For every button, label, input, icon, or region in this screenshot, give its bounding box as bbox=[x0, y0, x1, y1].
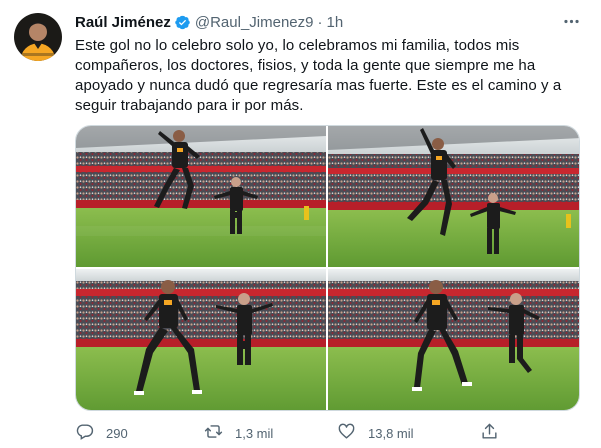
like-count: 13,8 mil bbox=[368, 425, 414, 441]
retweet-button[interactable]: 1,3 mil bbox=[204, 422, 273, 444]
media-grid bbox=[75, 125, 580, 411]
retweet-icon bbox=[204, 422, 223, 444]
like-button[interactable]: 13,8 mil bbox=[337, 422, 414, 444]
photo-1[interactable] bbox=[76, 126, 326, 267]
photo-2[interactable] bbox=[328, 126, 579, 267]
reply-count: 290 bbox=[106, 425, 128, 441]
separator-dot: · bbox=[317, 13, 323, 31]
tweet-card[interactable]: Raúl Jiménez @Raul_Jimenez9 · 1h Este go… bbox=[0, 0, 601, 448]
author-display-name[interactable]: Raúl Jiménez bbox=[75, 14, 171, 31]
tweet-text: Este gol no lo celebro solo yo, lo celeb… bbox=[75, 37, 562, 114]
photo-4[interactable] bbox=[328, 269, 579, 410]
reply-icon bbox=[75, 422, 94, 444]
more-options-icon[interactable] bbox=[560, 10, 582, 32]
heart-icon bbox=[337, 422, 356, 444]
avatar[interactable] bbox=[14, 13, 62, 61]
verified-badge-icon bbox=[174, 14, 191, 31]
share-icon bbox=[480, 422, 499, 444]
action-bar: 290 1,3 mil 13,8 mil bbox=[75, 422, 580, 444]
tweet-header: Raúl Jiménez @Raul_Jimenez9 · 1h bbox=[75, 12, 343, 32]
tweet-timestamp[interactable]: 1h bbox=[327, 14, 344, 31]
author-handle[interactable]: @Raul_Jimenez9 bbox=[195, 14, 314, 31]
retweet-count: 1,3 mil bbox=[235, 425, 274, 441]
share-button[interactable] bbox=[480, 422, 499, 444]
photo-3[interactable] bbox=[76, 269, 326, 410]
reply-button[interactable]: 290 bbox=[75, 422, 128, 444]
